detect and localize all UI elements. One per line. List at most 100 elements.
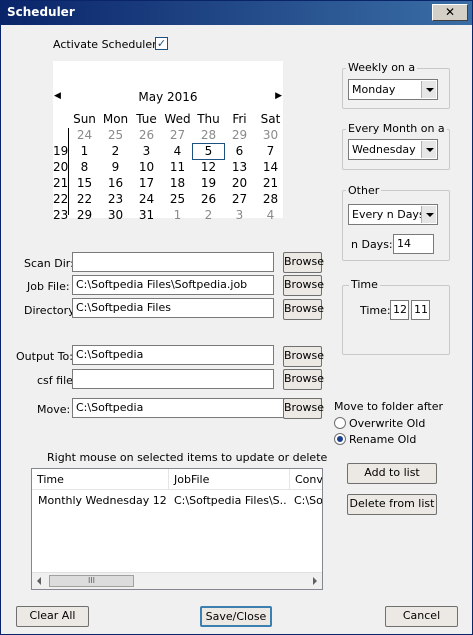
scroll-right-icon[interactable] [313,577,317,585]
column-header-jobfile[interactable]: JobFile [169,469,290,490]
move-group-title: Move to folder after [334,400,443,413]
time-hour-input[interactable]: 12 [390,300,409,320]
weekly-day-select[interactable]: Monday [348,79,438,100]
calendar-day[interactable]: 7 [255,144,286,158]
next-month-icon[interactable]: ▶ [275,91,282,101]
week-number: 19 [53,144,69,158]
rename-old-radio[interactable] [334,433,346,445]
calendar-day[interactable]: 24 [69,128,100,142]
job-file-browse-button[interactable]: Browse [283,275,324,296]
csf-file-label: csf file: [37,374,77,387]
schedule-list[interactable]: Time JobFile Conv Monthly Wednesday 12:1… [31,468,323,590]
overwrite-old-radio[interactable] [334,417,346,429]
calendar-day[interactable]: 25 [100,128,131,142]
move-browse-button[interactable]: Browse [283,398,324,419]
calendar-day[interactable]: 31 [131,208,162,222]
save-close-button[interactable]: Save/Close [200,606,272,627]
calendar-day[interactable]: 19 [193,176,224,190]
horizontal-scrollbar[interactable]: III [32,572,322,589]
scan-dir-input[interactable] [72,252,274,272]
calendar-day[interactable]: 23 [100,192,131,206]
cell-conv[interactable]: C:\So [294,494,322,507]
calendar-day[interactable]: 28 [193,128,224,142]
calendar-day[interactable]: 4 [255,208,286,222]
chevron-down-icon[interactable] [421,206,436,223]
calendar-month-label[interactable]: May 2016 [53,90,283,104]
overwrite-old-label[interactable]: Overwrite Old [349,417,425,430]
calendar-day[interactable]: 18 [162,176,193,190]
column-header-conv[interactable]: Conv [290,469,322,490]
output-to-input[interactable]: C:\Softpedia [72,345,274,365]
activate-scheduler-checkbox[interactable]: ✓ [155,37,168,50]
chevron-down-icon[interactable] [421,81,436,98]
cell-time[interactable]: Monthly Wednesday 12:11 [38,494,168,507]
calendar-day[interactable]: 30 [100,208,131,222]
calendar-day[interactable]: 26 [193,192,224,206]
calendar-day[interactable]: 1 [69,144,100,158]
calendar-day[interactable]: 9 [100,160,131,174]
monthly-group-title: Every Month on a [346,122,447,135]
time-group-title: Time [349,278,380,291]
cancel-button[interactable]: Cancel [385,606,458,627]
calendar-day[interactable]: 21 [255,176,286,190]
calendar-day[interactable]: 14 [255,160,286,174]
calendar-day[interactable]: 16 [100,176,131,190]
calendar-day[interactable]: 24 [131,192,162,206]
directory-browse-button[interactable]: Browse [283,299,324,320]
job-file-input[interactable]: C:\Softpedia Files\Softpedia.job [72,275,274,295]
calendar-day[interactable]: 10 [131,160,162,174]
calendar-day[interactable]: 20 [224,176,255,190]
weekday-header: Sun [73,112,96,126]
monthly-day-select[interactable]: Wednesday [348,139,438,160]
calendar-day[interactable]: 8 [69,160,100,174]
title-bar[interactable]: Scheduler ✕ [1,1,472,25]
calendar-day[interactable]: 3 [224,208,255,222]
calendar-day[interactable]: 12 [193,160,224,174]
directory-input[interactable]: C:\Softpedia Files [72,298,274,318]
clear-all-button[interactable]: Clear All [16,606,89,627]
scroll-thumb[interactable]: III [49,575,134,587]
rename-old-label[interactable]: Rename Old [349,433,416,446]
calendar-day[interactable]: 29 [224,128,255,142]
calendar-day[interactable]: 17 [131,176,162,190]
other-frequency-select[interactable]: Every n Days [348,204,438,225]
output-to-browse-button[interactable]: Browse [283,346,324,367]
calendar-day[interactable]: 11 [162,160,193,174]
chevron-down-icon[interactable] [421,141,436,158]
window-title: Scheduler [7,5,75,19]
calendar-day[interactable]: 4 [162,144,193,158]
calendar-day[interactable]: 25 [162,192,193,206]
delete-from-list-button[interactable]: Delete from list [347,494,437,515]
calendar-day[interactable]: 2 [100,144,131,158]
n-days-input[interactable]: 14 [393,234,434,254]
calendar-day[interactable]: 27 [224,192,255,206]
scroll-left-icon[interactable] [37,577,41,585]
calendar-day[interactable]: 28 [255,192,286,206]
week-number: 23 [53,208,69,222]
close-button[interactable]: ✕ [432,4,468,21]
month-calendar[interactable]: ◀ May 2016 ▶ Sun Mon Tue Wed Thu Fri Sat 24 25 26… [53,61,286,222]
time-minute-input[interactable]: 11 [411,300,430,320]
calendar-day[interactable]: 27 [162,128,193,142]
csf-file-browse-button[interactable]: Browse [283,369,324,390]
calendar-day[interactable]: 26 [131,128,162,142]
cell-jobfile[interactable]: C:\Softpedia Files\S... [174,494,287,507]
calendar-day[interactable]: 2 [193,208,224,222]
directory-label: Directory: [24,304,78,317]
calendar-day[interactable]: 13 [224,160,255,174]
calendar-day[interactable]: 6 [224,144,255,158]
week-number: 20 [53,160,69,174]
calendar-day[interactable]: 22 [69,192,100,206]
scan-dir-label: Scan Dir: [24,257,74,270]
calendar-day[interactable]: 30 [255,128,286,142]
csf-file-input[interactable] [72,369,274,389]
output-to-label: Output To: [16,350,73,363]
add-to-list-button[interactable]: Add to list [347,463,437,484]
weekday-header: Mon [102,112,129,126]
calendar-day[interactable]: 29 [69,208,100,222]
scan-dir-browse-button[interactable]: Browse [283,252,324,273]
calendar-day[interactable]: 3 [131,144,162,158]
column-header-time[interactable]: Time [32,469,169,490]
calendar-day[interactable]: 15 [69,176,100,190]
calendar-day[interactable]: 1 [162,208,193,222]
